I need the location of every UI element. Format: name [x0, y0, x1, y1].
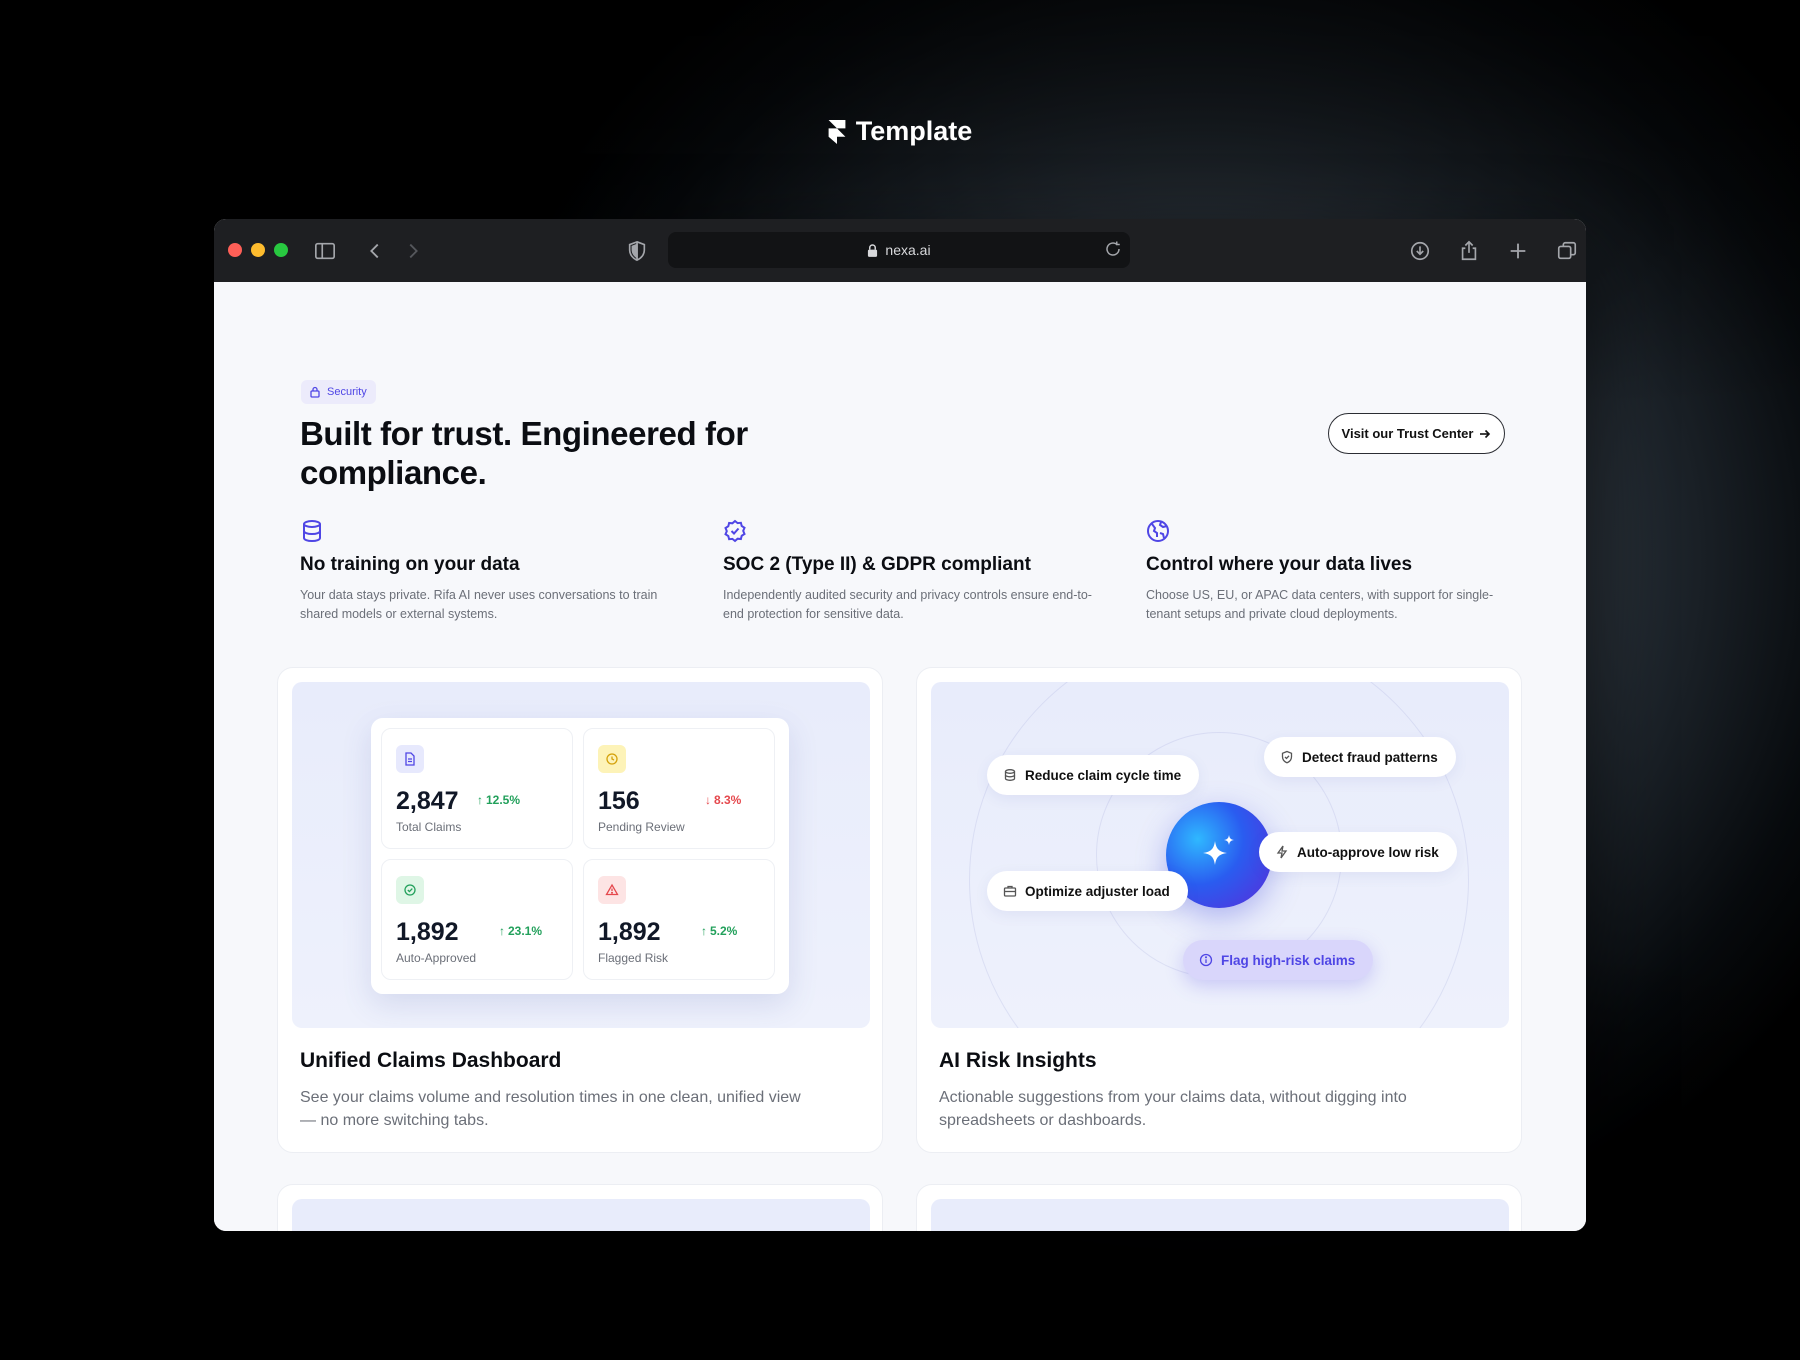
lock-icon [310, 386, 320, 398]
document-icon [396, 745, 424, 773]
card-desc: See your claims volume and resolution ti… [300, 1089, 801, 1129]
back-arrow-icon[interactable] [362, 238, 388, 264]
lock-icon [868, 243, 878, 257]
minimize-window-button[interactable] [251, 243, 265, 257]
stat-value: 1,892 [396, 918, 459, 946]
address-bar[interactable]: nexa.ai [668, 232, 1130, 268]
feature-soc2: SOC 2 (Type II) & GDPR compliant Indepen… [723, 519, 1103, 624]
trend-down: ↓ 8.3% [705, 793, 741, 807]
badge-check-icon [723, 519, 747, 543]
briefcase-icon [1003, 885, 1017, 897]
feature-no-training: No training on your data Your data stays… [300, 519, 680, 624]
check-circle-icon [396, 876, 424, 904]
trend-value: 8.3% [714, 793, 742, 807]
new-tab-icon[interactable] [1505, 238, 1531, 264]
trend-up: ↑ 23.1% [499, 924, 542, 938]
badge-label: Security [327, 386, 367, 398]
stat-card-total-claims: 2,847 ↑ 12.5% Total Claims [381, 728, 573, 849]
info-circle-icon [1199, 953, 1213, 967]
stat-label: Auto-Approved [396, 951, 477, 965]
arrow-down-icon: ↓ [705, 793, 711, 807]
stat-card-flagged-risk: 1,892 ↑ 5.2% Flagged Risk [583, 859, 775, 980]
forward-arrow-icon[interactable] [400, 238, 426, 264]
share-icon[interactable] [1456, 238, 1482, 264]
stat-label: Total Claims [396, 820, 462, 834]
trust-center-label: Visit our Trust Center [1341, 426, 1474, 441]
sparkles-icon [1203, 835, 1234, 865]
arrow-up-icon: ↑ [499, 924, 505, 938]
browser-toolbar: nexa.ai [214, 219, 1586, 282]
database-icon [1004, 769, 1016, 781]
pill-label: Reduce claim cycle time [1025, 767, 1182, 783]
arrow-right-icon [1480, 429, 1491, 438]
trust-center-button[interactable]: Visit our Trust Center [1328, 413, 1505, 454]
shield-check-icon [1281, 750, 1293, 764]
brand-header: Template [0, 116, 1800, 147]
framer-logo-icon [828, 119, 846, 144]
trend-up: ↑ 12.5% [477, 793, 520, 807]
window-controls [228, 243, 288, 257]
arrow-up-icon: ↑ [477, 793, 483, 807]
feature-desc: Independently audited security and priva… [723, 588, 1092, 621]
trend-value: 12.5% [486, 793, 521, 807]
sidebar-toggle-icon[interactable] [312, 238, 338, 264]
pill-flag-high-risk[interactable]: Flag high-risk claims [1183, 940, 1374, 980]
stat-card-auto-approved: 1,892 ↑ 23.1% Auto-Approved [381, 859, 573, 980]
stat-label: Pending Review [598, 820, 685, 834]
maximize-window-button[interactable] [274, 243, 288, 257]
card-preview [931, 1199, 1509, 1231]
stats-panel: 2,847 ↑ 12.5% Total Claims 156 ↓ 8.3% Pend… [371, 718, 789, 994]
ai-risk-insights-card[interactable]: Reduce claim cycle time Detect fraud pat… [916, 667, 1522, 1153]
pill-label: Optimize adjuster load [1025, 883, 1170, 899]
pill-label: Auto-approve low risk [1297, 844, 1439, 860]
trend-value: 23.1% [508, 924, 543, 938]
pill-auto-approve[interactable]: Auto-approve low risk [1259, 832, 1457, 872]
pill-label: Detect fraud patterns [1302, 749, 1438, 765]
pill-optimize-adjuster[interactable]: Optimize adjuster load [987, 871, 1188, 911]
url-text: nexa.ai [885, 242, 931, 258]
feature-data-residency: Control where your data lives Choose US,… [1146, 519, 1526, 624]
reload-icon[interactable] [1104, 240, 1122, 258]
next-card-right[interactable] [916, 1184, 1522, 1231]
database-icon [300, 519, 324, 543]
card-title: Unified Claims Dashboard [300, 1049, 562, 1072]
trend-up: ↑ 5.2% [701, 924, 737, 938]
claims-dashboard-card[interactable]: 2,847 ↑ 12.5% Total Claims 156 ↓ 8.3% Pend… [277, 667, 883, 1153]
stat-value: 2,847 [396, 787, 459, 815]
card-desc: Actionable suggestions from your claims … [939, 1089, 1407, 1129]
browser-window: nexa.ai Security Built for trust. Engine… [214, 219, 1586, 1231]
alert-triangle-icon [598, 876, 626, 904]
bolt-icon [1276, 845, 1288, 859]
stat-value: 1,892 [598, 918, 661, 946]
section-headline: Built for trust. Engineered for complian… [300, 415, 748, 491]
clock-icon [598, 745, 626, 773]
pill-detect-fraud[interactable]: Detect fraud patterns [1264, 737, 1456, 777]
card-title: AI Risk Insights [939, 1049, 1097, 1072]
insights-preview: Reduce claim cycle time Detect fraud pat… [931, 682, 1509, 1028]
web-page: Security Built for trust. Engineered for… [214, 282, 1586, 1231]
arrow-up-icon: ↑ [701, 924, 707, 938]
feature-title: SOC 2 (Type II) & GDPR compliant [723, 554, 1031, 575]
stat-card-pending-review: 156 ↓ 8.3% Pending Review [583, 728, 775, 849]
brand-name: Template [855, 116, 973, 146]
feature-title: No training on your data [300, 554, 520, 575]
globe-icon [1146, 519, 1170, 543]
card-preview [292, 1199, 870, 1231]
pill-reduce-claim-cycle[interactable]: Reduce claim cycle time [987, 755, 1200, 795]
next-card-left[interactable] [277, 1184, 883, 1231]
feature-title: Control where your data lives [1146, 554, 1413, 575]
security-badge: Security [301, 380, 376, 404]
dashboard-preview: 2,847 ↑ 12.5% Total Claims 156 ↓ 8.3% Pend… [292, 682, 870, 1028]
stat-label: Flagged Risk [598, 951, 669, 965]
download-icon[interactable] [1407, 238, 1433, 264]
tab-overview-icon[interactable] [1554, 238, 1580, 264]
close-window-button[interactable] [228, 243, 242, 257]
privacy-shield-icon[interactable] [624, 238, 650, 264]
pill-label: Flag high-risk claims [1221, 952, 1356, 968]
feature-desc: Choose US, EU, or APAC data centers, wit… [1146, 588, 1494, 621]
feature-desc: Your data stays private. Rifa AI never u… [300, 588, 658, 621]
trend-value: 5.2% [710, 924, 738, 938]
stat-value: 156 [598, 787, 640, 815]
